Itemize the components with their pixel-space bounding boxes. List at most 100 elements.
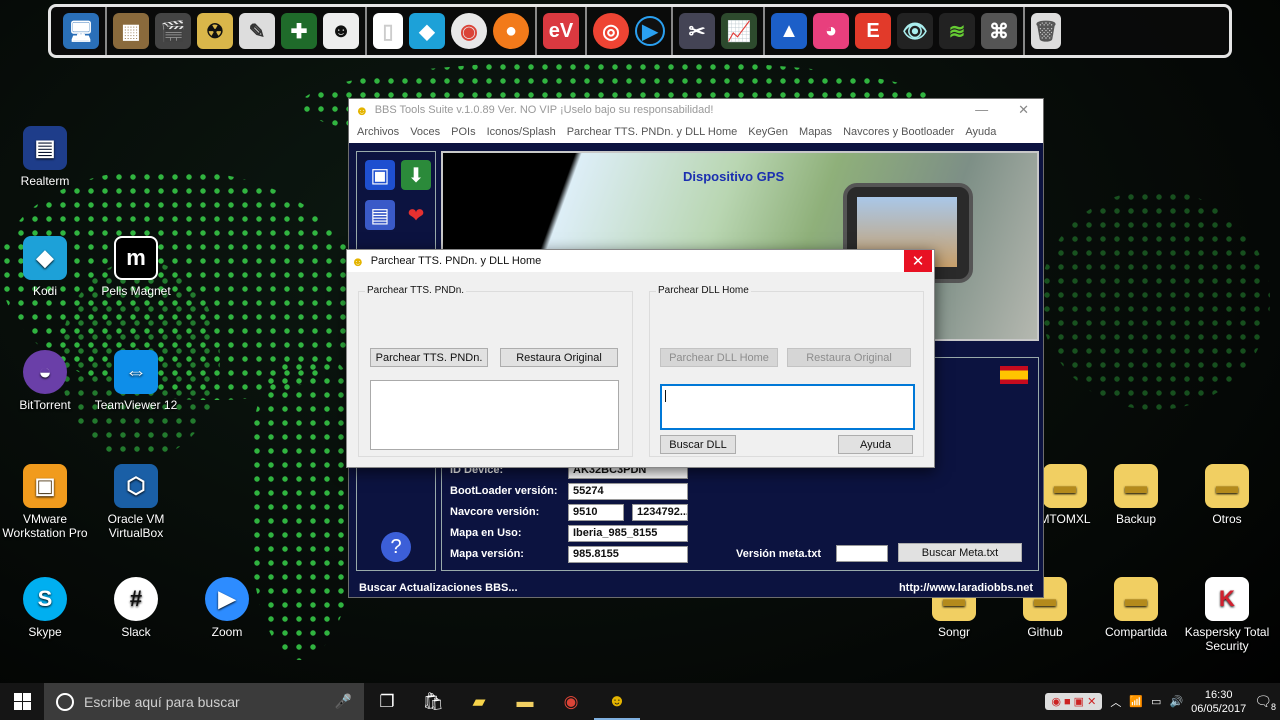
ef-icon[interactable]: E	[855, 13, 891, 49]
tools-icon[interactable]: ✂	[679, 13, 715, 49]
bootloader-label: BootLoader versión:	[450, 485, 558, 497]
restore-tts-button[interactable]: Restaura Original	[500, 348, 618, 367]
update-link[interactable]: Buscar Actualizaciones BBS...	[359, 582, 518, 594]
archive-box-icon[interactable]: ▦	[113, 13, 149, 49]
vmware-icon: ▣	[23, 464, 67, 508]
dll-path-textbox[interactable]	[660, 384, 915, 430]
chrome-icon[interactable]: ◉	[548, 683, 594, 720]
notifications-icon[interactable]: 🗨 8	[1254, 693, 1276, 712]
kodi-icon: ◆	[23, 236, 67, 280]
floppy-stack-icon[interactable]: ▤	[365, 200, 395, 230]
play-circle-icon[interactable]: ▶	[635, 16, 665, 46]
taskbar-search[interactable]: Escribe aquí para buscar 🎤	[44, 683, 364, 720]
kodi-icon[interactable]: ◆	[409, 13, 445, 49]
save-disk-icon[interactable]: ▣	[365, 160, 395, 190]
mapa-version-field[interactable]: 985.8155	[568, 546, 688, 563]
recorder-widget[interactable]: ◉ ■ ▣ ✕	[1045, 693, 1103, 710]
desktop-icon-zoom[interactable]: ▶ Zoom	[181, 577, 273, 639]
desktop-icon-backup[interactable]: ▬ Backup	[1090, 464, 1182, 526]
dialog-titlebar: ☻ Parchear TTS. PNDn. y DLL Home	[347, 250, 934, 272]
spain-flag-icon[interactable]	[1000, 366, 1028, 384]
recycle-bin-icon[interactable]: 🗑	[1031, 13, 1061, 49]
buscar-dll-button[interactable]: Buscar DLL	[660, 435, 736, 454]
menu-parchear[interactable]: Parchear TTS. PNDn. y DLL Home	[567, 126, 738, 138]
dialog-close-button[interactable]: ✕	[904, 250, 932, 272]
patch-dll-button[interactable]: Parchear DLL Home	[660, 348, 778, 367]
chevron-up-icon[interactable]: ︿	[1110, 694, 1121, 710]
desktop-icon-kaspersky[interactable]: K Kaspersky Total Security	[1181, 577, 1273, 653]
menu-mapas[interactable]: Mapas	[799, 126, 832, 138]
desktop-icon-kodi[interactable]: ◆ Kodi	[0, 236, 91, 298]
monitor-icon[interactable]: 🖥	[63, 13, 99, 49]
blank-page-icon[interactable]: ▯	[373, 13, 403, 49]
help-icon[interactable]: ?	[381, 532, 411, 562]
radiation-icon[interactable]: ☢	[197, 13, 233, 49]
folder-icon: ▬	[1205, 464, 1249, 508]
mapa-uso-field[interactable]: Iberia_985_8155	[568, 525, 688, 542]
patch-tts-button[interactable]: Parchear TTS. PNDn.	[370, 348, 488, 367]
menu-ayuda[interactable]: Ayuda	[965, 126, 996, 138]
menu-archivos[interactable]: Archivos	[357, 126, 399, 138]
menu-voces[interactable]: Voces	[410, 126, 440, 138]
shark-fin-icon[interactable]: ▲	[771, 13, 807, 49]
menu-navcores[interactable]: Navcores y Bootloader	[843, 126, 954, 138]
menu-keygen[interactable]: KeyGen	[748, 126, 788, 138]
desktop-icon-compartida[interactable]: ▬ Compartida	[1090, 577, 1182, 639]
heart-icon[interactable]: ❤	[401, 200, 431, 230]
minimize-button[interactable]: —	[975, 102, 988, 118]
navcore-field-1[interactable]: 9510	[568, 504, 624, 521]
tts-log-textbox[interactable]	[370, 380, 619, 450]
clapperboard-icon[interactable]: 🎬	[155, 13, 191, 49]
website-link[interactable]: http://www.laradiobbs.net	[899, 582, 1033, 594]
cd-disc-icon[interactable]: ◎	[593, 13, 629, 49]
menu-pois[interactable]: POIs	[451, 126, 475, 138]
microphone-icon[interactable]: 🎤	[335, 693, 352, 710]
ayuda-button[interactable]: Ayuda	[838, 435, 913, 454]
desktop-icon-bittorrent[interactable]: ◒ BitTorrent	[0, 350, 91, 412]
start-button[interactable]	[0, 683, 44, 720]
plus-shield-icon[interactable]: ✚	[281, 13, 317, 49]
meta-txt-field[interactable]	[836, 545, 888, 562]
group-dll-title: Parchear DLL Home	[656, 285, 751, 296]
desktop-icon-skype[interactable]: S Skype	[0, 577, 91, 639]
router-icon[interactable]: ⌘	[981, 13, 1017, 49]
window-titlebar: ☻ BBS Tools Suite v.1.0.89 Ver. NO VIP ¡…	[349, 99, 1043, 121]
desktop-icon-otros[interactable]: ▬ Otros	[1181, 464, 1273, 526]
desktop-icon-virtualbox[interactable]: ⬡ Oracle VM VirtualBox	[90, 464, 182, 540]
feather-icon[interactable]: ✎	[239, 13, 275, 49]
eye-icon[interactable]: 👁	[897, 13, 933, 49]
menu-iconos-splash[interactable]: Iconos/Splash	[487, 126, 556, 138]
anonymous-mask-icon[interactable]: ☻	[323, 13, 359, 49]
virtualbox-icon: ⬡	[114, 464, 158, 508]
navcore-field-2[interactable]: 1234792...	[632, 504, 688, 521]
buscar-meta-button[interactable]: Buscar Meta.txt	[898, 543, 1022, 562]
expressvpn-icon[interactable]: eV	[543, 13, 579, 49]
wifi-icon[interactable]: ≋	[939, 13, 975, 49]
file-explorer-icon[interactable]: ▬	[502, 683, 548, 720]
desktop-icon-vmware[interactable]: ▣ VMware Workstation Pro	[0, 464, 91, 540]
bbs-tools-icon[interactable]: ☻	[594, 683, 640, 720]
piggy-icon[interactable]: ◕	[813, 13, 849, 49]
clock[interactable]: 16:30 06/05/2017	[1191, 688, 1246, 716]
desktop-icon-teamviewer[interactable]: ⇔ TeamViewer 12	[90, 350, 182, 412]
battery-icon[interactable]: ▭	[1151, 695, 1161, 708]
desktop-icon-slack[interactable]: # Slack	[90, 577, 182, 639]
group-tts-pndn: Parchear TTS. PNDn. Parchear TTS. PNDn. …	[358, 285, 633, 457]
magnet-icon: m	[114, 236, 158, 280]
search-placeholder: Escribe aquí para buscar	[84, 693, 240, 710]
network-icon[interactable]: 📶	[1129, 695, 1143, 708]
desktop-icon-realterm[interactable]: ▤ Realterm	[0, 126, 91, 188]
store-icon[interactable]: 🛍	[410, 683, 456, 720]
folder-icon: ▬	[1043, 464, 1087, 508]
chrome-icon[interactable]: ◉	[451, 13, 487, 49]
firefox-icon[interactable]: ●	[493, 13, 529, 49]
restore-dll-button[interactable]: Restaura Original	[787, 348, 911, 367]
volume-icon[interactable]: 🔊	[1169, 695, 1183, 708]
desktop-icon-pelis-magnet[interactable]: m Pelis Magnet	[90, 236, 182, 298]
task-monitor-icon[interactable]: 📈	[721, 13, 757, 49]
task-view-icon[interactable]: ❐	[364, 683, 410, 720]
download-icon[interactable]: ⬇	[401, 160, 431, 190]
close-button[interactable]: ✕	[1018, 102, 1029, 118]
sticky-notes-icon[interactable]: ▰	[456, 683, 502, 720]
bootloader-field[interactable]: 55274	[568, 483, 688, 500]
